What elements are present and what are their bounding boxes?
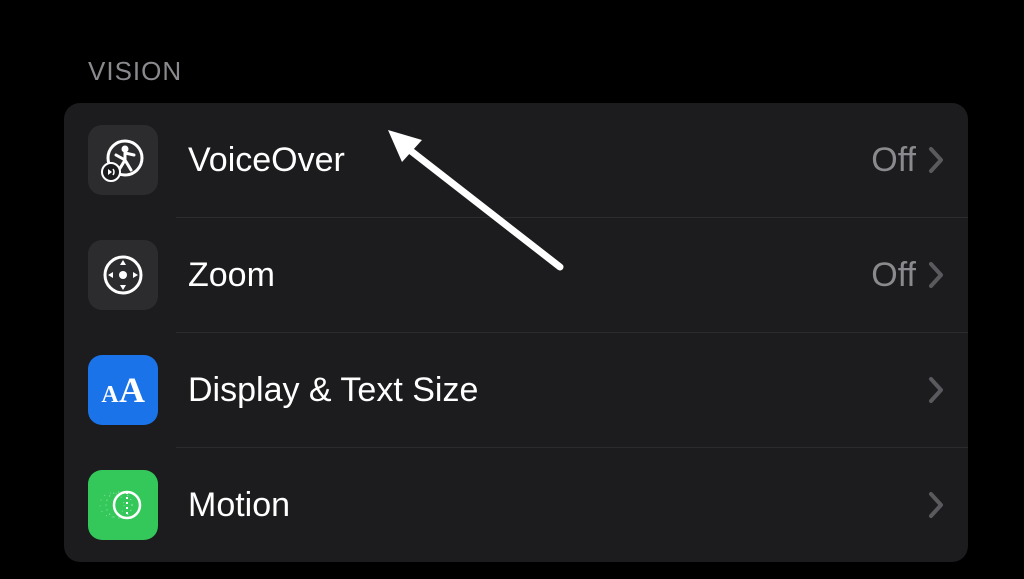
svg-text:A: A bbox=[101, 382, 119, 408]
text-size-icon: A A bbox=[88, 355, 158, 425]
motion-icon bbox=[88, 470, 158, 540]
row-display-text-size[interactable]: A A Display & Text Size bbox=[64, 333, 968, 447]
chevron-right-icon bbox=[928, 376, 944, 404]
row-motion[interactable]: Motion bbox=[64, 448, 968, 562]
chevron-right-icon bbox=[928, 261, 944, 289]
settings-card: VoiceOver Off Zoom Off A bbox=[64, 103, 968, 562]
chevron-right-icon bbox=[928, 146, 944, 174]
svg-text:A: A bbox=[119, 370, 145, 410]
row-voiceover[interactable]: VoiceOver Off bbox=[64, 103, 968, 217]
row-status-zoom: Off bbox=[871, 256, 916, 295]
section-header-vision: VISION bbox=[0, 0, 1024, 103]
row-label-motion: Motion bbox=[188, 486, 928, 525]
row-label-zoom: Zoom bbox=[188, 256, 871, 295]
row-label-voiceover: VoiceOver bbox=[188, 141, 871, 180]
voiceover-icon bbox=[88, 125, 158, 195]
row-zoom[interactable]: Zoom Off bbox=[64, 218, 968, 332]
chevron-right-icon bbox=[928, 491, 944, 519]
row-label-display-text-size: Display & Text Size bbox=[188, 371, 928, 410]
zoom-icon bbox=[88, 240, 158, 310]
row-status-voiceover: Off bbox=[871, 141, 916, 180]
